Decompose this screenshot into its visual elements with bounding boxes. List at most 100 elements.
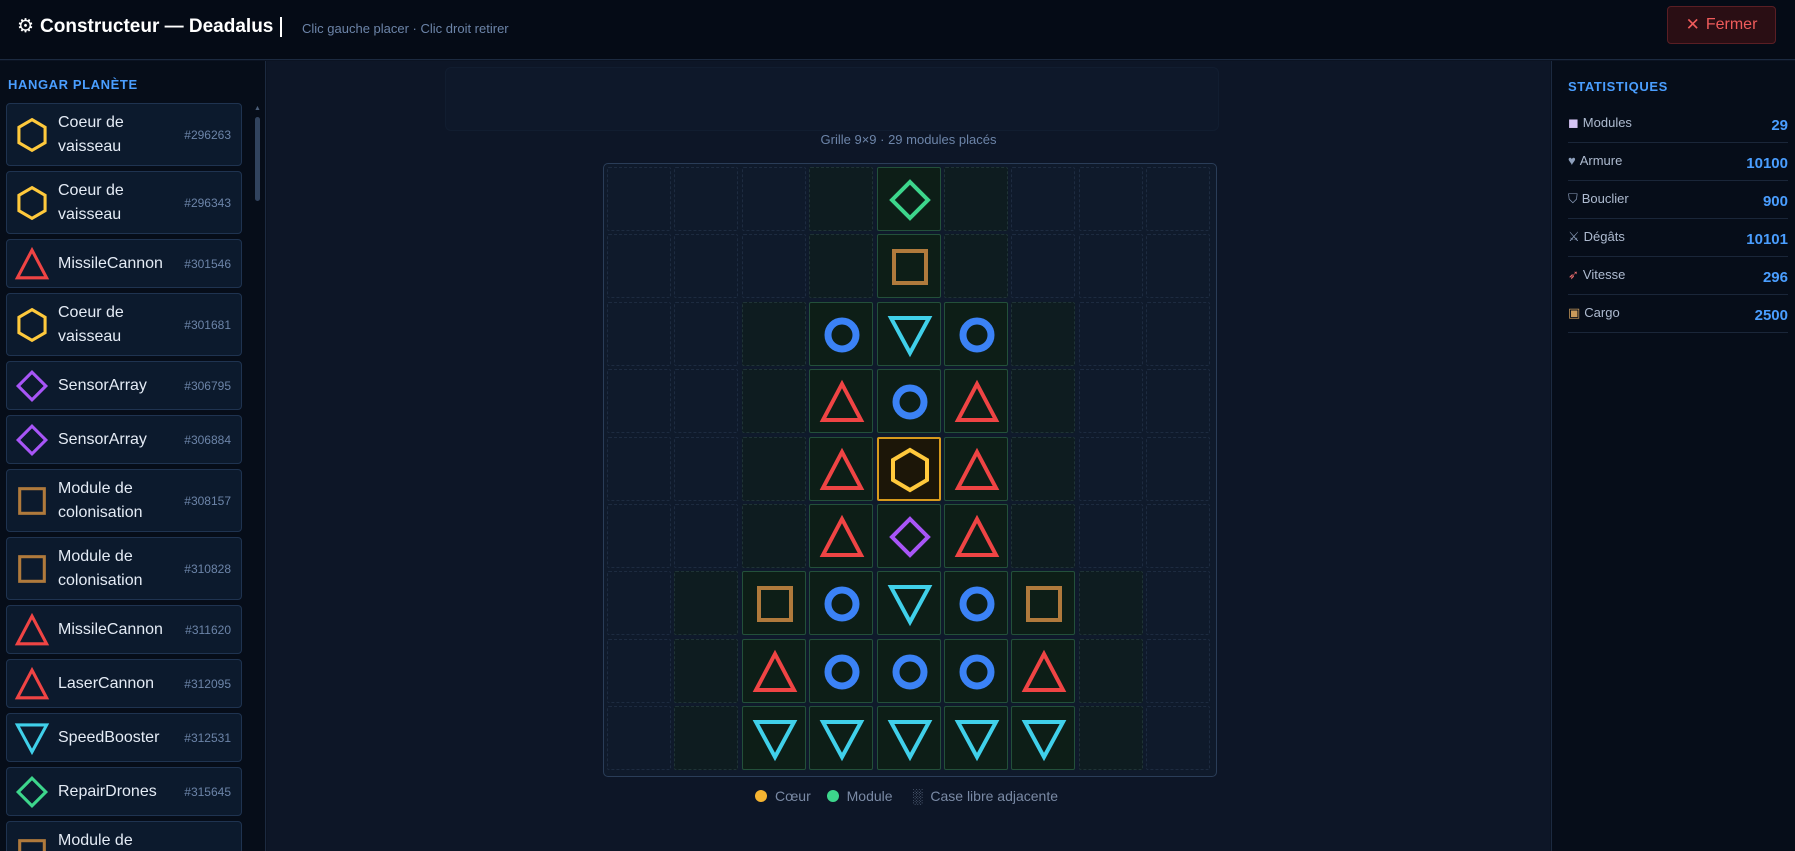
- grid-cell-module[interactable]: [809, 706, 874, 771]
- grid-cell-module[interactable]: [809, 504, 874, 568]
- grid-cell-empty[interactable]: [674, 167, 739, 231]
- hangar-item[interactable]: Coeur de vaisseau #301681: [6, 293, 242, 356]
- grid-cell-adjacent[interactable]: [944, 234, 1008, 299]
- grid-cell-module[interactable]: [741, 638, 806, 703]
- grid-cell-module[interactable]: [944, 301, 1008, 366]
- grid-cell-empty[interactable]: [674, 369, 739, 434]
- close-button[interactable]: ✕ Fermer: [1667, 6, 1776, 44]
- grid-cell-empty[interactable]: [674, 504, 739, 568]
- grid-cell-empty[interactable]: [607, 706, 671, 771]
- grid-cell-empty[interactable]: [1146, 167, 1211, 231]
- grid-cell-empty[interactable]: [674, 436, 739, 501]
- grid-cell-adjacent[interactable]: [944, 167, 1008, 231]
- hangar-item[interactable]: SensorArray #306795: [6, 361, 242, 410]
- grid-cell-empty[interactable]: [1078, 301, 1143, 366]
- grid-cell-module[interactable]: [876, 706, 941, 771]
- grid-cell-module[interactable]: [876, 571, 941, 636]
- grid-cell-empty[interactable]: [1078, 234, 1143, 299]
- grid-cell-module[interactable]: [1011, 706, 1076, 771]
- grid-cell-adjacent[interactable]: [741, 504, 806, 568]
- hangar-scrollbar[interactable]: ▲: [254, 105, 261, 851]
- grid-cell-module[interactable]: [809, 369, 874, 434]
- grid-cell-module[interactable]: [876, 369, 941, 434]
- grid-cell-module[interactable]: [944, 706, 1008, 771]
- grid-cell-adjacent[interactable]: [1011, 504, 1076, 568]
- hangar-item[interactable]: Module de colonisation #310828: [6, 537, 242, 600]
- grid-cell-adjacent[interactable]: [1078, 706, 1143, 771]
- grid-cell-empty[interactable]: [1078, 504, 1143, 568]
- grid-cell-empty[interactable]: [1146, 504, 1211, 568]
- grid-cell-empty[interactable]: [607, 436, 671, 501]
- grid-cell-empty[interactable]: [607, 571, 671, 636]
- grid-cell-empty[interactable]: [607, 301, 671, 366]
- grid-cell-empty[interactable]: [741, 234, 806, 299]
- grid-cell-adjacent[interactable]: [1078, 571, 1143, 636]
- grid-cell-module[interactable]: [944, 571, 1008, 636]
- grid-cell-empty[interactable]: [1011, 167, 1076, 231]
- hangar-item[interactable]: MissileCannon #311620: [6, 605, 242, 654]
- grid-cell-adjacent[interactable]: [809, 167, 874, 231]
- hangar-item[interactable]: SpeedBooster #312531: [6, 713, 242, 762]
- grid-cell-empty[interactable]: [1146, 234, 1211, 299]
- grid-cell-adjacent[interactable]: [741, 369, 806, 434]
- grid-cell-empty[interactable]: [1146, 369, 1211, 434]
- grid-cell-empty[interactable]: [607, 167, 671, 231]
- grid-cell-empty[interactable]: [607, 234, 671, 299]
- grid-cell-adjacent[interactable]: [741, 436, 806, 501]
- grid-cell-empty[interactable]: [1078, 167, 1143, 231]
- grid-cell-adjacent[interactable]: [1011, 301, 1076, 366]
- grid-cell-empty[interactable]: [674, 301, 739, 366]
- grid-cell-module[interactable]: [1011, 571, 1076, 636]
- grid-cell-empty[interactable]: [1146, 706, 1211, 771]
- grid-cell-module[interactable]: [944, 504, 1008, 568]
- grid-cell-module[interactable]: [876, 504, 941, 568]
- grid-cell-adjacent[interactable]: [741, 301, 806, 366]
- grid-cell-empty[interactable]: [607, 504, 671, 568]
- grid-cell-module[interactable]: [944, 436, 1008, 501]
- grid-cell-adjacent[interactable]: [1078, 638, 1143, 703]
- grid-cell-module[interactable]: [809, 436, 874, 501]
- grid-cell-empty[interactable]: [1146, 571, 1211, 636]
- grid-cell-module[interactable]: [876, 234, 941, 299]
- grid-cell-empty[interactable]: [741, 167, 806, 231]
- grid-cell-module[interactable]: [944, 369, 1008, 434]
- grid-cell-module[interactable]: [741, 571, 806, 636]
- hangar-item[interactable]: Module de colonisation #308157: [6, 469, 242, 532]
- grid-cell-adjacent[interactable]: [809, 234, 874, 299]
- hangar-item[interactable]: MissileCannon #301546: [6, 239, 242, 288]
- grid-cell-empty[interactable]: [1146, 301, 1211, 366]
- hangar-item[interactable]: Module de colonisation: [6, 821, 242, 851]
- hangar-item[interactable]: Coeur de vaisseau #296343: [6, 171, 242, 234]
- grid-cell-adjacent[interactable]: [674, 706, 739, 771]
- grid-cell-empty[interactable]: [1078, 369, 1143, 434]
- grid-cell-adjacent[interactable]: [1011, 369, 1076, 434]
- grid-cell-module[interactable]: [809, 301, 874, 366]
- grid-cell-module[interactable]: [809, 638, 874, 703]
- grid-cell-empty[interactable]: [1078, 436, 1143, 501]
- grid-cell-module[interactable]: [1011, 638, 1076, 703]
- grid-cell-empty[interactable]: [1011, 234, 1076, 299]
- grid-cell-empty[interactable]: [607, 638, 671, 703]
- grid-cell-adjacent[interactable]: [674, 571, 739, 636]
- hangar-item[interactable]: SensorArray #306884: [6, 415, 242, 464]
- grid-cell-adjacent[interactable]: [1011, 436, 1076, 501]
- triangle-icon: [819, 447, 865, 490]
- hangar-item[interactable]: RepairDrones #315645: [6, 767, 242, 816]
- scroll-up-icon[interactable]: ▲: [254, 105, 261, 112]
- hangar-item[interactable]: LaserCannon #312095: [6, 659, 242, 708]
- grid-cell-module[interactable]: [741, 706, 806, 771]
- grid-cell-empty[interactable]: [1146, 436, 1211, 501]
- grid-cell-empty[interactable]: [607, 369, 671, 434]
- grid-cell-adjacent[interactable]: [674, 638, 739, 703]
- hangar-item[interactable]: Coeur de vaisseau #296263: [6, 103, 242, 166]
- grid-cell-module[interactable]: [944, 638, 1008, 703]
- grid-cell-empty[interactable]: [674, 234, 739, 299]
- grid-cell-core[interactable]: [876, 436, 941, 501]
- grid-cell-module[interactable]: [876, 638, 941, 703]
- hangar-sidebar: HANGAR PLANÈTE Coeur de vaisseau #296263 C…: [0, 61, 266, 851]
- grid-cell-module[interactable]: [809, 571, 874, 636]
- grid-cell-module[interactable]: [876, 167, 941, 231]
- grid-cell-empty[interactable]: [1146, 638, 1211, 703]
- grid-cell-module[interactable]: [876, 301, 941, 366]
- scrollbar-thumb[interactable]: [255, 117, 260, 201]
